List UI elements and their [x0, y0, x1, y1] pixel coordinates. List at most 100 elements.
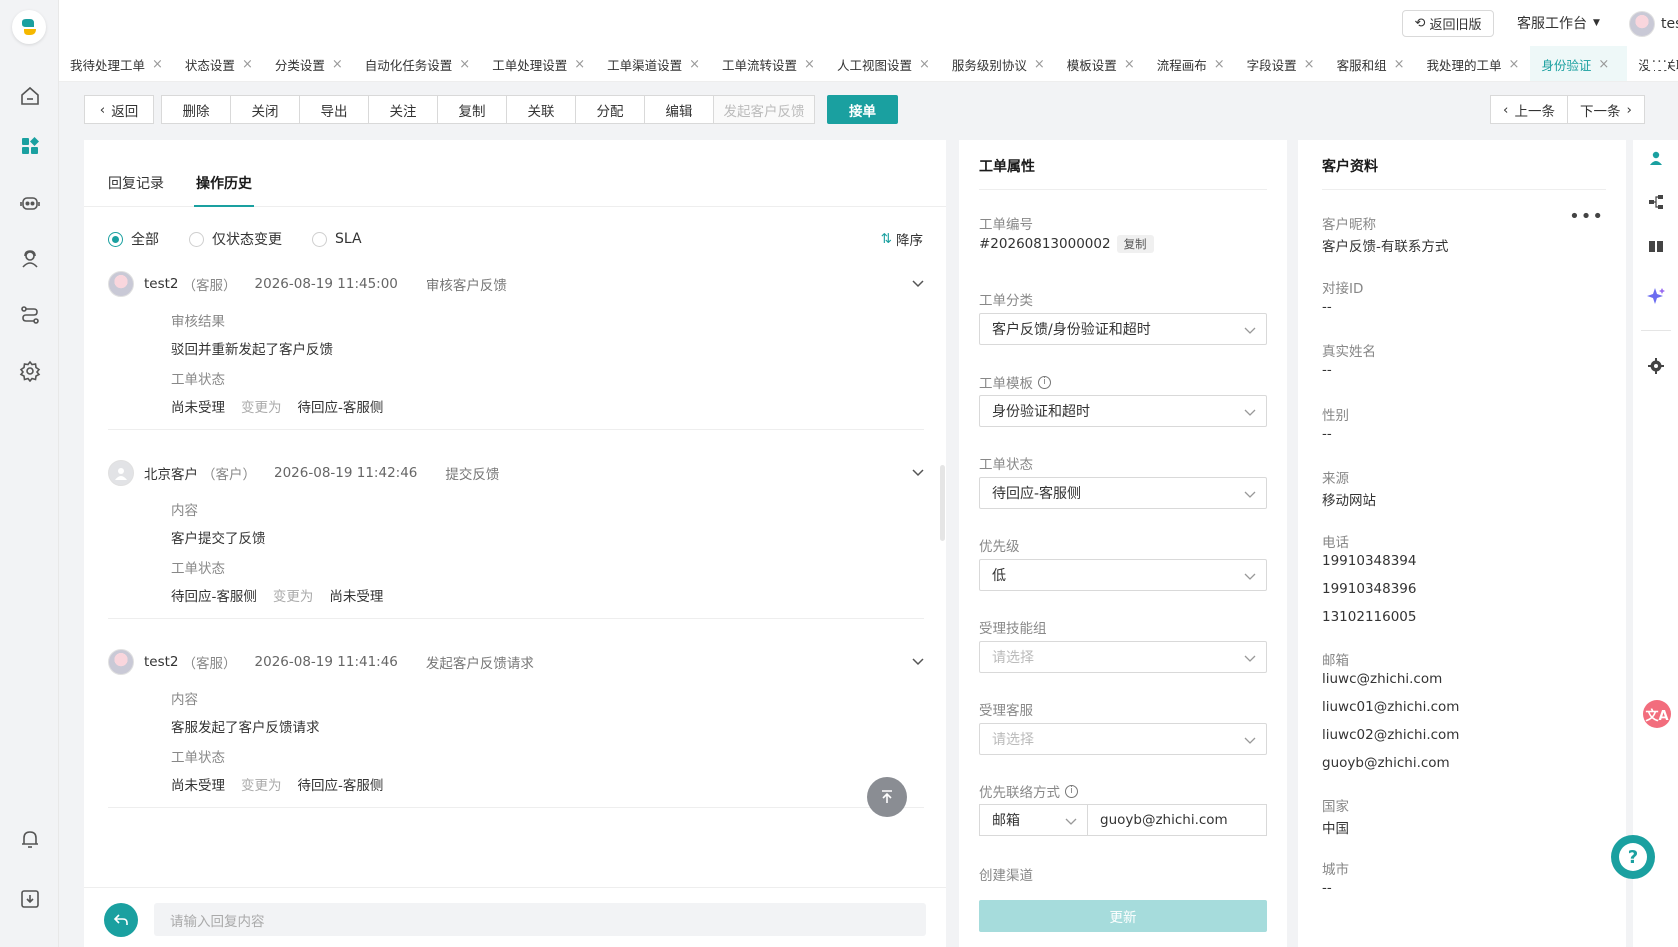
export-button[interactable]: 导出 [299, 95, 369, 124]
tab-item[interactable]: 我待处理工单 × [59, 46, 174, 81]
close-tab-icon[interactable]: × [574, 57, 585, 72]
chevron-right-icon: › [1626, 101, 1632, 118]
category-select[interactable]: 客户反馈/身份验证和超时 [979, 313, 1267, 345]
filter-sla-radio[interactable]: SLA [312, 231, 362, 247]
close-tab-icon[interactable]: × [689, 57, 700, 72]
reply-input[interactable]: 请输入回复内容 [154, 903, 926, 936]
close-tab-icon[interactable]: × [1214, 57, 1225, 72]
close-tab-icon[interactable]: × [919, 57, 930, 72]
tab-item[interactable]: 分类设置 × [264, 46, 354, 81]
user-menu[interactable]: test2 ▼ [1629, 11, 1678, 37]
home-icon[interactable] [17, 83, 43, 109]
close-tab-icon[interactable]: × [1124, 57, 1135, 72]
priority-select[interactable]: 低 [979, 559, 1267, 591]
return-old-version-label: 返回旧版 [1429, 18, 1482, 33]
status-select[interactable]: 待回应-客服侧 [979, 477, 1267, 509]
phone-value[interactable]: 19910348396 [1322, 581, 1416, 597]
prev-record-button[interactable]: ‹ 上一条 [1490, 95, 1568, 124]
workbench-dropdown[interactable]: 客服工作台 ▼ [1517, 13, 1600, 33]
back-button[interactable]: ‹ 返回 [84, 95, 154, 124]
tab-item[interactable]: 我处理的工单 × [1415, 46, 1530, 81]
tab-item[interactable]: 流程画布 × [1146, 46, 1236, 81]
close-tab-icon[interactable]: × [1598, 57, 1609, 72]
contact-value-input[interactable]: guoyb@zhichi.com [1088, 804, 1267, 836]
routing-icon[interactable] [17, 302, 43, 328]
email-value[interactable]: liuwc02@zhichi.com [1322, 727, 1459, 743]
chevron-down-icon[interactable] [912, 276, 924, 292]
close-tab-icon[interactable]: × [1394, 57, 1405, 72]
return-old-version-button[interactable]: ⟲ 返回旧版 [1402, 10, 1494, 37]
link-button[interactable]: 关联 [506, 95, 576, 124]
email-value[interactable]: liuwc01@zhichi.com [1322, 699, 1459, 715]
translate-icon[interactable]: 文A [1643, 700, 1671, 728]
delete-button[interactable]: 删除 [161, 95, 231, 124]
edit-button[interactable]: 编辑 [644, 95, 714, 124]
close-tab-icon[interactable]: × [332, 57, 343, 72]
contact-type-select[interactable]: 邮箱 [979, 804, 1088, 836]
customer-profile-icon[interactable] [1646, 148, 1666, 168]
tab-item[interactable]: 模板设置 × [1056, 46, 1146, 81]
accept-ticket-button[interactable]: 接单 [827, 95, 898, 124]
book-icon[interactable] [1646, 236, 1666, 256]
tab-item[interactable]: 服务级别协议 × [941, 46, 1056, 81]
email-value[interactable]: guoyb@zhichi.com [1322, 755, 1450, 771]
help-button[interactable]: ? [1611, 835, 1655, 879]
skill-group-select[interactable]: 请选择 [979, 641, 1267, 673]
scroll-to-top-button[interactable] [867, 777, 907, 817]
update-button[interactable]: 更新 [979, 900, 1267, 932]
filter-status-only-radio[interactable]: 仅状态变更 [189, 229, 282, 249]
settings-icon[interactable] [17, 358, 43, 384]
gear-icon[interactable] [1646, 356, 1666, 376]
dashboard-icon[interactable] [17, 133, 43, 159]
bell-icon[interactable] [17, 826, 43, 852]
filter-all-radio[interactable]: 全部 [108, 229, 159, 249]
info-icon[interactable]: i [1065, 784, 1078, 798]
phone-value[interactable]: 19910348394 [1322, 553, 1416, 569]
close-tab-icon[interactable]: × [1034, 57, 1045, 72]
robot-icon[interactable] [17, 190, 43, 216]
close-tab-icon[interactable]: × [242, 57, 253, 72]
close-tab-icon[interactable]: × [459, 57, 470, 72]
tab-item[interactable]: 状态设置 × [174, 46, 264, 81]
tab-item[interactable]: 身份验证 × [1530, 46, 1628, 81]
more-options-icon[interactable]: ••• [1569, 206, 1604, 227]
copy-number-button[interactable]: 复制 [1116, 235, 1154, 253]
tab-item[interactable]: 工单处理设置 × [481, 46, 596, 81]
ai-sparkle-icon[interactable] [1646, 286, 1666, 306]
tab-item[interactable]: 人工视图设置 × [826, 46, 941, 81]
flow-icon[interactable] [1646, 192, 1666, 212]
agent-icon[interactable] [17, 246, 43, 272]
template-select[interactable]: 身份验证和超时 [979, 395, 1267, 427]
request-feedback-button[interactable]: 发起客户反馈 [713, 95, 815, 124]
download-icon[interactable] [17, 886, 43, 912]
assign-button[interactable]: 分配 [575, 95, 645, 124]
chevron-down-icon[interactable] [912, 654, 924, 670]
app-logo[interactable] [12, 10, 46, 44]
status-from: 尚未受理 [171, 400, 225, 416]
close-tab-icon[interactable]: × [1509, 57, 1520, 72]
tab-label: 分类设置 [274, 57, 325, 73]
close-tab-icon[interactable]: × [152, 57, 163, 72]
tab-item[interactable]: 工单流转设置 × [711, 46, 826, 81]
info-icon[interactable]: i [1038, 375, 1051, 389]
close-tab-icon[interactable]: × [804, 57, 815, 72]
agent-select[interactable]: 请选择 [979, 723, 1267, 755]
email-value[interactable]: liuwc@zhichi.com [1322, 671, 1442, 687]
close-button[interactable]: 关闭 [230, 95, 300, 124]
next-record-button[interactable]: 下一条 › [1567, 95, 1645, 124]
sort-toggle[interactable]: ⇅ 降序 [881, 229, 923, 249]
history-scrollbar[interactable] [940, 465, 945, 541]
copy-button[interactable]: 复制 [437, 95, 507, 124]
tab-item[interactable]: 自动化任务设置 × [354, 46, 481, 81]
chevron-down-icon[interactable] [912, 465, 924, 481]
tab-item[interactable]: 客服和组 × [1326, 46, 1416, 81]
reply-icon[interactable] [104, 903, 138, 937]
close-tab-icon[interactable]: × [1304, 57, 1315, 72]
phone-value[interactable]: 13102116005 [1322, 609, 1416, 625]
tab-item[interactable]: 字段设置 × [1236, 46, 1326, 81]
tab-item[interactable]: 工单渠道设置 × [596, 46, 711, 81]
more-tabs-icon[interactable]: ··· [1647, 54, 1668, 70]
tab-operation-history[interactable]: 操作历史 [194, 173, 254, 207]
tab-reply-records[interactable]: 回复记录 [108, 173, 164, 193]
follow-button[interactable]: 关注 [368, 95, 438, 124]
